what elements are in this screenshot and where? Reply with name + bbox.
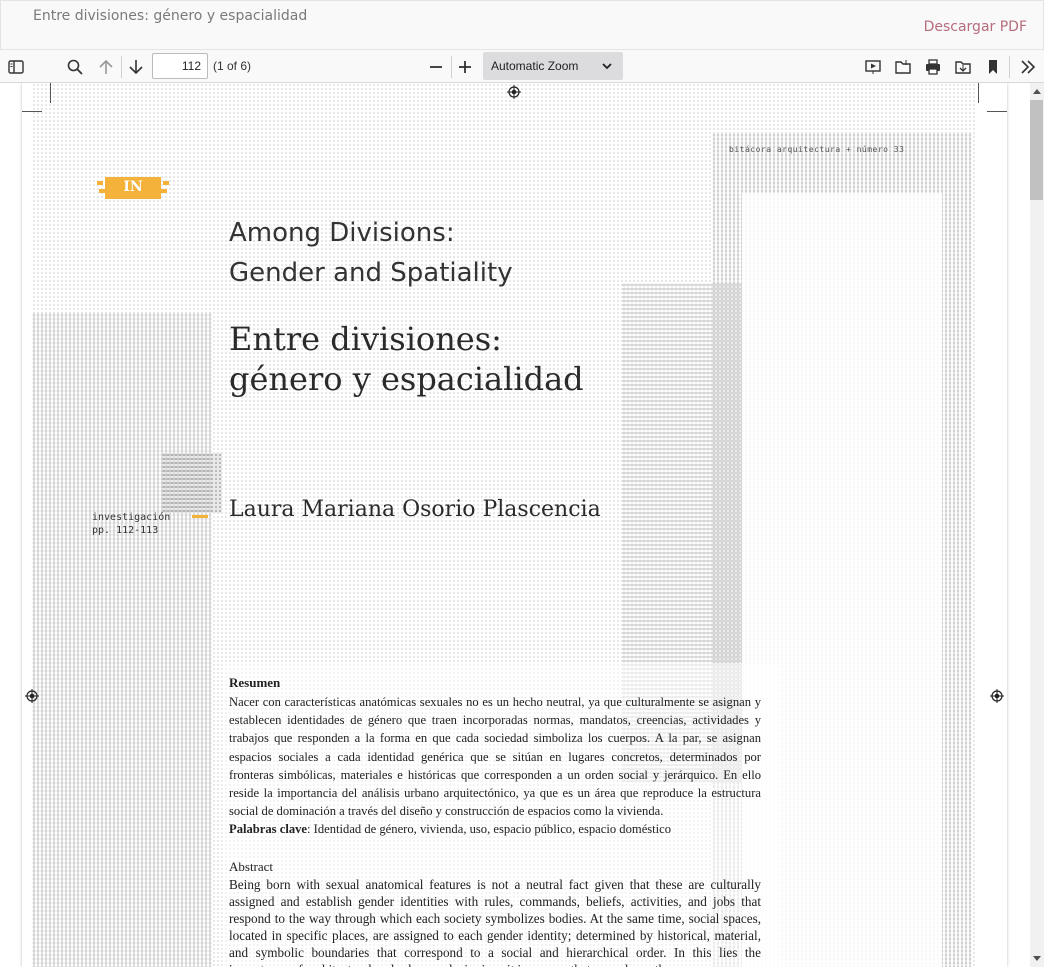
background-shape <box>162 453 222 513</box>
toolbar-separator <box>1009 56 1010 78</box>
section-badge: IN <box>97 175 169 201</box>
resumen-body: Nacer con características anatómicas sex… <box>229 695 761 819</box>
registration-mark-icon <box>507 85 521 99</box>
keywords: Palabras clave: Identidad de género, viv… <box>229 822 671 837</box>
section-dash <box>192 515 208 518</box>
print-icon[interactable] <box>920 54 946 80</box>
pdf-viewer[interactable]: bitácora arquitectura + número 33 IN Amo… <box>0 83 1030 967</box>
page-count: (1 of 6) <box>213 59 252 73</box>
registration-mark-icon <box>990 689 1004 703</box>
zoom-in-icon[interactable] <box>452 54 478 80</box>
crop-mark <box>22 111 42 112</box>
background-shape <box>32 313 212 967</box>
english-title-line: Among Divisions: <box>229 218 455 248</box>
scroll-up-icon[interactable] <box>1032 87 1042 97</box>
download-icon[interactable] <box>950 54 976 80</box>
keywords-label: Palabras clave <box>229 822 307 836</box>
english-title-line: Gender and Spatiality <box>229 258 513 288</box>
spanish-title-line: Entre divisiones: <box>229 320 502 358</box>
pdf-page: bitácora arquitectura + número 33 IN Amo… <box>22 83 1007 967</box>
sidebar-toggle-icon[interactable] <box>3 54 29 80</box>
registration-mark-icon <box>25 689 39 703</box>
zoom-select-value: Automatic Zoom <box>491 59 579 73</box>
crop-mark <box>978 83 979 103</box>
abstract-heading: Abstract <box>229 859 274 874</box>
author-name: Laura Mariana Osorio Plascencia <box>229 497 601 522</box>
section-pages: pp. 112-113 <box>92 525 159 536</box>
zoom-out-icon[interactable] <box>423 54 449 80</box>
spanish-title-line: género y espacialidad <box>229 360 584 398</box>
top-header: Entre divisiones: género y espacialidad … <box>0 0 1044 50</box>
vertical-scrollbar[interactable] <box>1030 83 1044 967</box>
download-pdf-link[interactable]: Descargar PDF <box>924 19 1027 35</box>
crop-mark <box>987 111 1007 112</box>
badge-label: IN <box>123 179 143 195</box>
crop-mark <box>50 83 51 103</box>
scroll-down-icon[interactable] <box>1032 953 1042 963</box>
scrollbar-thumb[interactable] <box>1030 100 1043 200</box>
abstract-body: Being born with sexual anatomical featur… <box>229 877 761 967</box>
english-title: Among Divisions: Gender and Spatiality <box>229 213 513 293</box>
document-title: Entre divisiones: género y espacialidad <box>33 8 308 24</box>
chevron-down-icon <box>602 63 612 70</box>
section-label: investigación pp. 112-113 <box>92 511 170 537</box>
presentation-icon[interactable] <box>860 54 886 80</box>
journal-tag: bitácora arquitectura + número 33 <box>729 145 905 154</box>
page-number-input[interactable] <box>152 53 208 79</box>
open-file-icon[interactable] <box>890 54 916 80</box>
section-name: investigación <box>92 512 171 523</box>
toolbar-separator <box>121 56 122 78</box>
arrow-down-icon[interactable] <box>123 54 149 80</box>
tools-chevron-icon[interactable] <box>1015 54 1041 80</box>
resumen-heading: Resumen <box>229 675 281 690</box>
search-icon[interactable] <box>62 54 88 80</box>
zoom-select[interactable]: Automatic Zoom <box>483 52 623 80</box>
arrow-up-icon[interactable] <box>93 54 119 80</box>
spanish-title: Entre divisiones: género y espacialidad <box>229 319 584 399</box>
bookmark-icon[interactable] <box>980 54 1006 80</box>
keywords-list: : Identidad de género, vivienda, uso, es… <box>307 822 672 836</box>
